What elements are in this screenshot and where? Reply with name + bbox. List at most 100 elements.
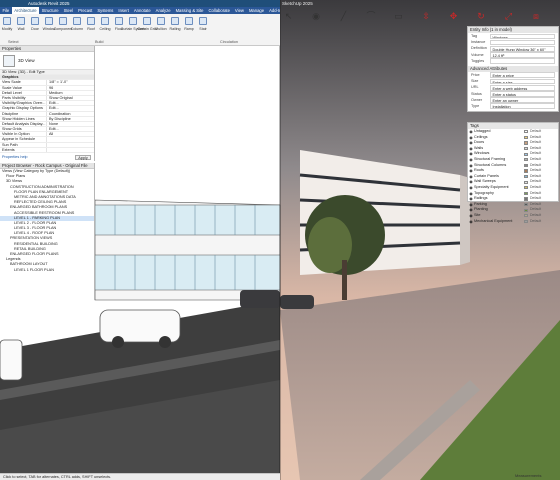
tag-color-swatch[interactable] [524, 141, 528, 145]
ribbon-tool-label: Mullion [155, 27, 167, 31]
menu-tab-steel[interactable]: Steel [61, 7, 76, 14]
tag-color-swatch[interactable] [524, 202, 528, 207]
menu-tab-collaborate[interactable]: Collaborate [206, 7, 232, 14]
scale-icon[interactable]: ⤢ [502, 10, 515, 23]
tag-color-swatch[interactable] [524, 197, 528, 201]
tag-color-swatch[interactable] [524, 163, 528, 167]
tag-color-swatch[interactable] [524, 214, 528, 218]
menu-tab-precast[interactable]: Precast [76, 7, 95, 14]
menu-tab-view[interactable]: View [232, 7, 246, 14]
select-icon[interactable]: ↖ [282, 10, 295, 23]
menu-tab-analyze[interactable]: Analyze [153, 7, 173, 14]
property-value[interactable] [46, 147, 94, 152]
revit-titlebar: Autodesk Revit 2025 [0, 0, 280, 7]
ribbon-tool-label: Modify [1, 27, 13, 31]
type-selector[interactable]: 3D View [0, 52, 94, 70]
shape-icon[interactable]: ▭ [392, 10, 405, 23]
property-key: View Scale [2, 80, 21, 85]
menu-tab-manage[interactable]: Manage [246, 7, 266, 14]
property-value[interactable] [46, 142, 94, 147]
menu-tab-systems[interactable]: Systems [95, 7, 116, 14]
entity-value-field[interactable]: Enter a status [490, 91, 555, 97]
menu-tab-massing-site[interactable]: Massing & Site [173, 7, 206, 14]
tag-color-swatch[interactable] [524, 169, 528, 173]
ribbon-tool-curtain-grid[interactable]: Curtain Grid [137, 14, 157, 45]
paint-icon[interactable]: ◉ [310, 10, 323, 23]
sketchup-title: SketchUp 2025 [282, 1, 313, 6]
line-icon[interactable]: ╱ [337, 10, 350, 23]
property-row[interactable]: Extents [0, 147, 94, 153]
entity-value-field[interactable] [490, 58, 555, 64]
entity-row: Toggles [468, 58, 558, 64]
property-value[interactable] [46, 137, 94, 142]
tag-color-swatch[interactable] [524, 152, 528, 156]
property-value[interactable]: Edit... [46, 101, 94, 106]
ribbon-tool-stair[interactable]: Stair [196, 14, 210, 45]
tag-color-swatch[interactable] [524, 130, 528, 134]
entity-value-field[interactable]: Windows [490, 33, 555, 40]
menu-tab-file[interactable]: File [0, 7, 12, 14]
menu-tab-add-ins[interactable]: Add-Ins [267, 7, 280, 14]
door-icon [31, 17, 39, 25]
offset-icon[interactable]: ⧈ [530, 10, 543, 23]
property-value[interactable]: Medium [46, 90, 94, 95]
tag-color-swatch[interactable] [524, 219, 528, 223]
entity-value-field[interactable]: Enter a price [490, 72, 555, 79]
property-value[interactable]: By Discipline [46, 116, 94, 121]
properties-help-link[interactable]: Properties help [2, 155, 28, 159]
property-key: Visibility/Graphics Overr... [2, 101, 46, 106]
property-key: Parts Visibility [2, 95, 26, 100]
entity-value-field[interactable]: Enter an owner [490, 97, 555, 103]
tag-dash[interactable]: Default [530, 219, 541, 225]
ribbon-group-select: Select [8, 40, 19, 44]
entity-value-field[interactable]: Enter a web address [490, 84, 555, 91]
rotate-icon[interactable]: ↻ [475, 10, 488, 23]
ribbon-tool-mullion[interactable]: Mullion [154, 14, 168, 45]
wall-icon [17, 17, 25, 25]
revit-ribbon: Modify Wall Door Window Component Column Roof C… [0, 14, 280, 46]
ribbon-tool-railing[interactable]: Railing [168, 14, 182, 45]
entity-value-field[interactable]: Enter a size [490, 78, 555, 85]
ribbon-tool-door[interactable]: Door [28, 14, 42, 45]
menu-tab-insert[interactable]: Insert [116, 7, 131, 14]
property-value[interactable]: Edit... [46, 127, 94, 132]
apply-button[interactable]: Apply [75, 154, 91, 160]
move-icon[interactable]: ✥ [447, 10, 460, 23]
tag-color-swatch[interactable] [524, 191, 528, 195]
menu-tab-architecture[interactable]: Architecture [11, 7, 40, 14]
property-key: Visible In Option [2, 132, 30, 137]
menu-tab-annotate[interactable]: Annotate [131, 7, 153, 14]
ribbon-tool-ramp[interactable]: Ramp [182, 14, 196, 45]
entity-value-field[interactable]: Installation [490, 103, 555, 110]
entity-value-field[interactable]: 12.4 ft³ [490, 52, 555, 58]
property-value[interactable]: Show Original [46, 95, 94, 101]
property-value[interactable]: Edit... [46, 106, 94, 111]
ribbon-tool-column[interactable]: Column [70, 14, 84, 45]
tag-color-swatch[interactable] [524, 158, 528, 162]
property-value[interactable]: None [46, 121, 94, 127]
ribbon-tool-component[interactable]: Component [54, 14, 72, 45]
type-name: 3D View [18, 58, 35, 63]
tag-color-swatch[interactable] [524, 208, 528, 212]
browser-item[interactable]: LEVEL 1 FLOOR PLAN [0, 268, 94, 273]
arc-icon[interactable]: ⌒ [365, 10, 378, 23]
tag-row[interactable]: ◉ Mechanical Equipment Default [468, 219, 558, 225]
property-value[interactable]: 1/8" = 1'-0" [46, 80, 94, 85]
menu-tab-structure[interactable]: Structure [39, 7, 61, 14]
property-value[interactable]: All [46, 132, 94, 137]
tags-panel: Tags ◉ Untagged Default ◉ Ceilings Default ◉ Do… [467, 122, 559, 224]
tag-color-swatch[interactable] [524, 135, 528, 139]
tag-color-swatch[interactable] [524, 146, 528, 151]
entity-value-field[interactable] [490, 39, 555, 46]
entity-value-field[interactable]: Double Hung Window 36" x 60" [490, 45, 555, 52]
tag-color-swatch[interactable] [524, 186, 528, 190]
curtain-system-icon [129, 17, 137, 25]
property-value[interactable]: Coordination [46, 111, 94, 116]
tag-color-swatch[interactable] [524, 174, 528, 179]
property-value[interactable]: 96 [46, 85, 94, 90]
tag-color-swatch[interactable] [524, 180, 528, 184]
property-key: Detail Level [2, 90, 22, 95]
entity-row: Type Installation [468, 103, 558, 110]
floor-icon [115, 17, 123, 25]
push-pull-icon[interactable]: ⇳ [420, 10, 433, 23]
